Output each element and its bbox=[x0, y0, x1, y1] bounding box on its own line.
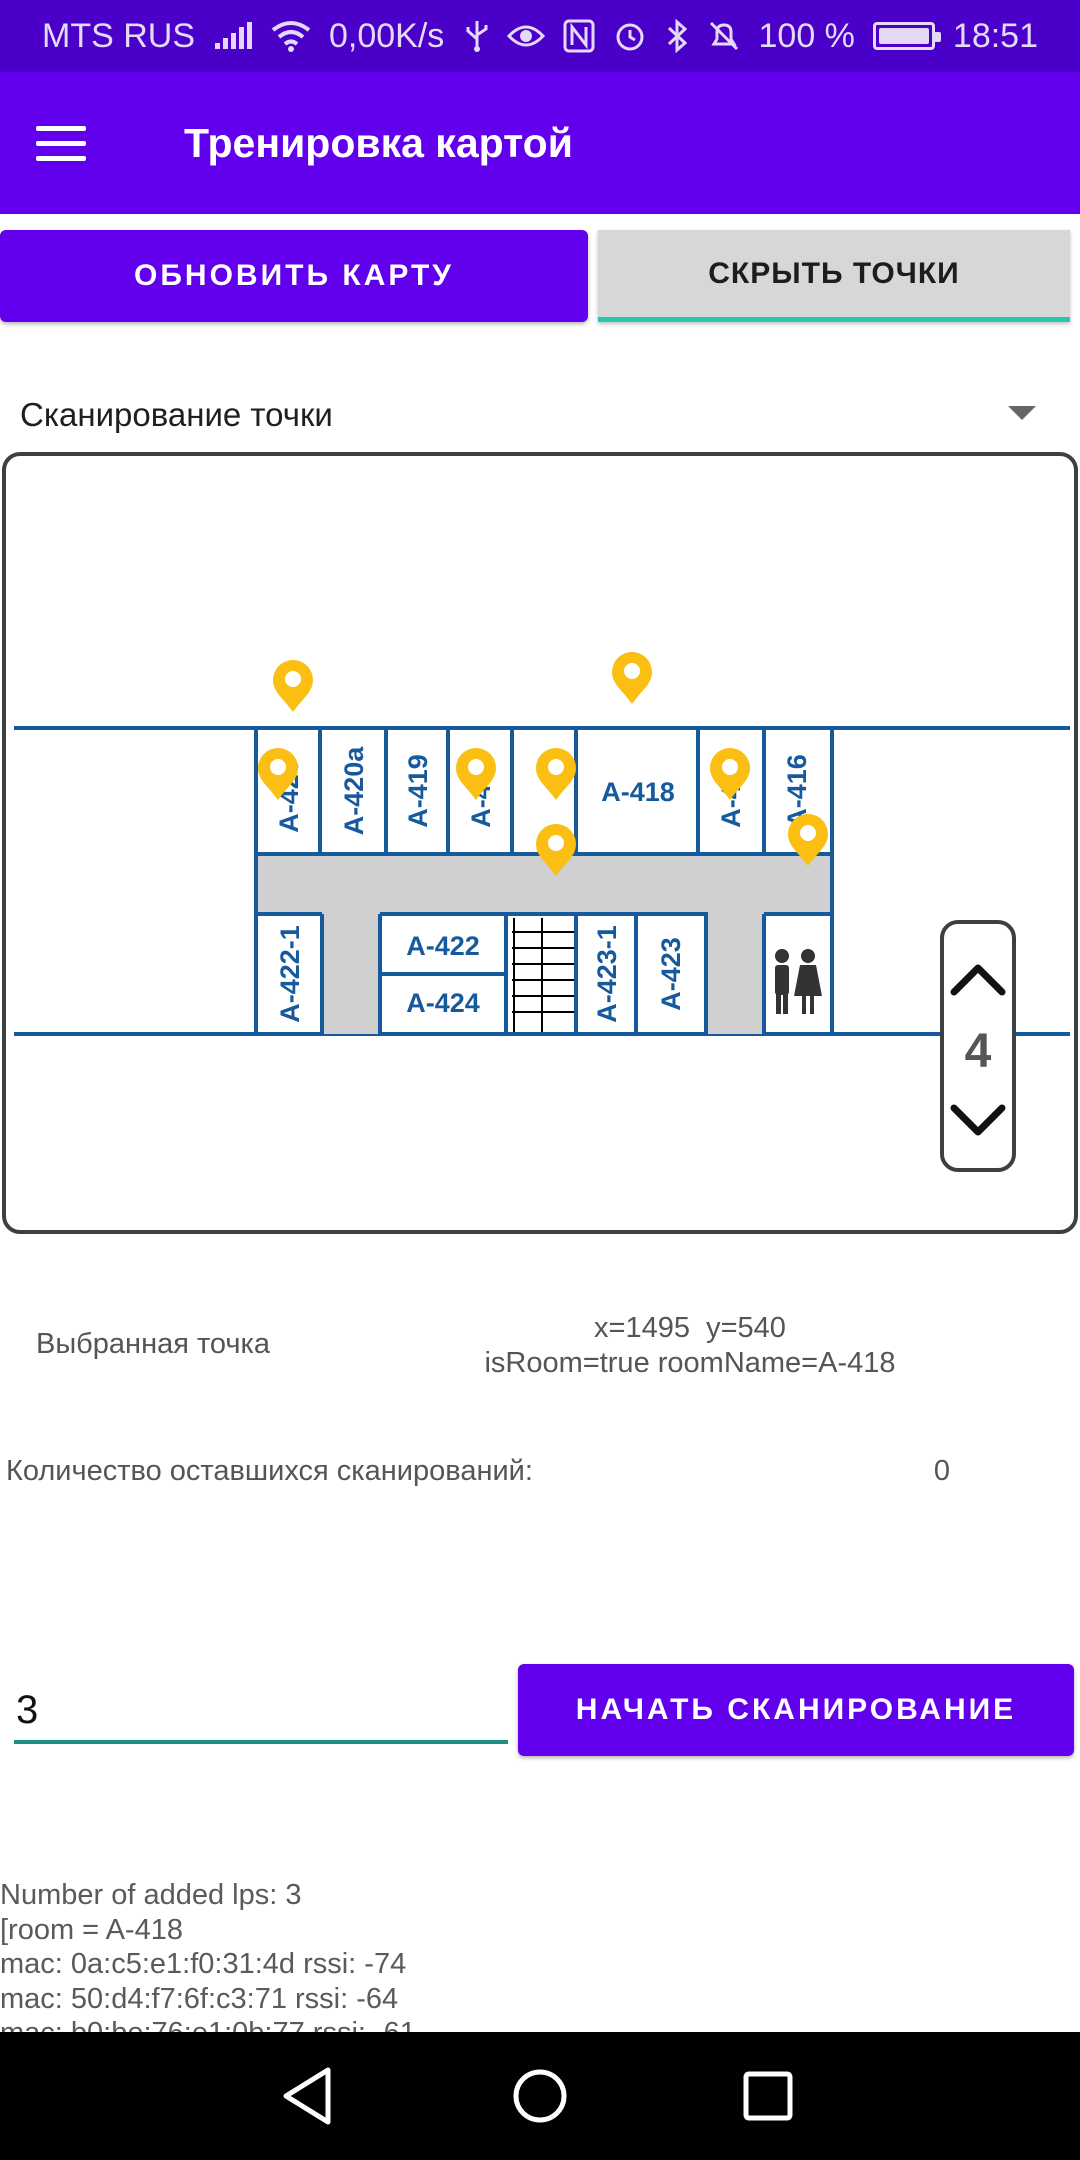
log-line: mac: 0a:c5:e1:f0:31:4d rssi: -74 bbox=[0, 1948, 407, 1980]
room-a420a: A-420a bbox=[339, 746, 369, 836]
battery-icon bbox=[872, 22, 941, 50]
mode-spinner[interactable]: Сканирование точки bbox=[0, 380, 1080, 450]
floor-map[interactable]: A-420 A-420a A-419 A-439 A-418 A-417 A-4… bbox=[2, 452, 1078, 1234]
carrier-name: MTS RUS bbox=[42, 16, 195, 55]
room-a423-1: A-423-1 bbox=[592, 925, 622, 1023]
usb-icon bbox=[466, 21, 488, 52]
dropdown-arrow-icon bbox=[1008, 406, 1036, 420]
eye-icon bbox=[506, 25, 545, 47]
remaining-scans-label: Количество оставшихся сканирований: bbox=[6, 1455, 533, 1487]
spinner-selected-value: Сканирование точки bbox=[20, 396, 333, 433]
refresh-map-button[interactable]: Обновить карту bbox=[0, 230, 588, 322]
room-a422: A-422 bbox=[406, 931, 480, 961]
scan-log: Number of added lps: 3 [room = A-418 mac: … bbox=[0, 1878, 1080, 2032]
room-a418: A-418 bbox=[601, 777, 675, 807]
back-icon[interactable] bbox=[272, 2060, 344, 2132]
hamburger-menu-icon[interactable] bbox=[36, 108, 106, 178]
battery-percent: 100 % bbox=[758, 16, 855, 55]
corridor bbox=[256, 854, 832, 1034]
hide-points-button[interactable]: Скрыть точки bbox=[598, 230, 1070, 322]
stairs bbox=[512, 918, 574, 1032]
log-line: mac: b0:be:76:e1:0b:77 rssi: -61 bbox=[0, 2016, 1080, 2032]
battery-fill bbox=[878, 28, 929, 44]
recents-icon[interactable] bbox=[732, 2060, 804, 2132]
room-a422-1: A-422-1 bbox=[275, 925, 305, 1023]
location-pin-icon[interactable] bbox=[612, 652, 652, 704]
signal-icon bbox=[215, 22, 252, 49]
location-pin-icon[interactable] bbox=[536, 748, 576, 800]
wifi-icon bbox=[271, 21, 311, 52]
status-right: 100 % 18:51 bbox=[506, 16, 1038, 56]
app-bar: Тренировка картой bbox=[0, 72, 1080, 214]
home-icon[interactable] bbox=[504, 2060, 576, 2132]
app-title: Тренировка картой bbox=[184, 119, 573, 166]
log-line: [room = A-418 bbox=[0, 1913, 183, 1946]
remaining-scans-count: 0 bbox=[933, 1455, 951, 1487]
navigation-bar bbox=[0, 2032, 1080, 2160]
restroom-icon bbox=[775, 949, 822, 1014]
status-left: MTS RUS 0,00K/s bbox=[42, 17, 492, 56]
scan-count-input[interactable] bbox=[14, 1680, 508, 1744]
selected-point-details: isRoom=true roomName=A-418 bbox=[484, 1347, 896, 1379]
network-speed: 0,00K/s bbox=[329, 16, 445, 55]
clock: 18:51 bbox=[952, 16, 1038, 55]
floor-up-icon[interactable] bbox=[944, 942, 1012, 1016]
floor-down-icon[interactable] bbox=[944, 1084, 1012, 1158]
log-line: mac: 50:d4:f7:6f:c3:71 rssi: -64 bbox=[0, 1982, 399, 2015]
bluetooth-icon bbox=[667, 19, 687, 53]
floor-selector: 4 bbox=[940, 920, 1016, 1172]
room-a419: A-419 bbox=[403, 754, 433, 828]
log-line: Number of added lps: 3 bbox=[0, 1879, 302, 1911]
alarm-icon bbox=[616, 23, 643, 51]
room-a423: A-423 bbox=[656, 937, 686, 1011]
room-a424: A-424 bbox=[406, 988, 480, 1018]
selected-point-label: Выбранная точка bbox=[36, 1328, 270, 1360]
status-bar: MTS RUS 0,00K/s 100 % 18:51 bbox=[0, 0, 1080, 72]
floor-map-canvas[interactable]: A-420 A-420a A-419 A-439 A-418 A-417 A-4… bbox=[6, 456, 1074, 1230]
start-scan-button[interactable]: Начать сканирование bbox=[518, 1664, 1074, 1756]
nfc-icon bbox=[563, 19, 594, 53]
floor-number: 4 bbox=[964, 1025, 992, 1078]
location-pin-icon[interactable] bbox=[273, 660, 313, 712]
selected-point-coords: x=1495 y=540 bbox=[594, 1312, 786, 1344]
mute-icon bbox=[709, 21, 738, 51]
